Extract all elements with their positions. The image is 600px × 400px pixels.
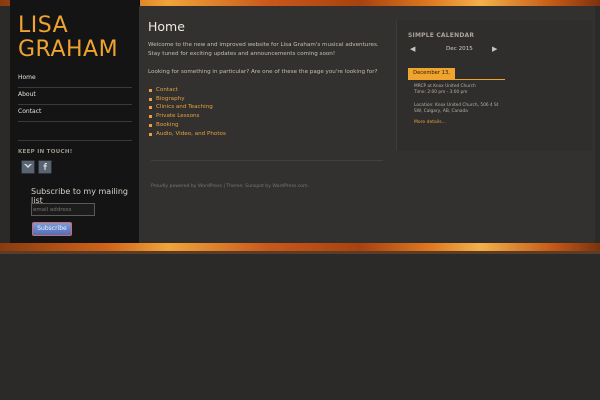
- nav-item-home[interactable]: Home: [18, 71, 132, 88]
- calendar-divider: [396, 20, 397, 151]
- footer-stripe: [0, 243, 600, 254]
- event-location: Location: Knox United Church, 506 4 St S…: [414, 103, 499, 114]
- calendar-month: Dec 2015: [446, 46, 473, 52]
- footer-credits[interactable]: Proudly powered by WordPress | Theme: Su…: [151, 184, 309, 189]
- link-booking[interactable]: Booking: [148, 121, 226, 130]
- next-month-button[interactable]: ▶: [492, 45, 497, 53]
- social-links: [21, 160, 52, 174]
- link-biography[interactable]: Biography: [148, 95, 226, 104]
- event-title: MRCP at Knox United Church: [414, 84, 476, 89]
- keep-in-touch-heading: KEEP IN TOUCH!: [18, 149, 73, 155]
- page-content: Home Welcome to the new and improved web…: [148, 6, 383, 161]
- page-title: Home: [148, 19, 185, 34]
- calendar-heading: SIMPLE CALENDAR: [408, 32, 475, 39]
- calendar-rule: [408, 79, 505, 80]
- link-media[interactable]: Audio, Video, and Photos: [148, 130, 226, 139]
- content-divider: [151, 160, 383, 161]
- more-details-link[interactable]: More details...: [414, 120, 446, 125]
- site-title[interactable]: LISA GRAHAM: [18, 14, 133, 62]
- page-links: Contact Biography Clinics and Teaching P…: [148, 86, 226, 138]
- subscribe-button[interactable]: Subscribe: [32, 222, 72, 236]
- selected-date-badge: December 13, 2015: [408, 68, 455, 87]
- main-nav: Home About Contact: [18, 71, 132, 122]
- sidebar: LISA GRAHAM Home About Contact KEEP IN T…: [10, 0, 140, 251]
- twitter-icon[interactable]: [21, 160, 35, 174]
- facebook-icon[interactable]: [38, 160, 52, 174]
- site-title-line1[interactable]: LISA: [18, 13, 68, 38]
- question-text: Looking for something in particular? Are…: [148, 69, 378, 75]
- link-private-lessons[interactable]: Private Lessons: [148, 112, 226, 121]
- event-time: Time: 2:00 pm - 3:00 pm: [414, 90, 468, 95]
- site-title-line2[interactable]: GRAHAM: [18, 37, 118, 62]
- prev-month-button[interactable]: ◀: [410, 45, 415, 53]
- nav-item-about[interactable]: About: [18, 88, 132, 105]
- link-contact[interactable]: Contact: [148, 86, 226, 95]
- intro-text: Welcome to the new and improved website …: [148, 42, 379, 57]
- email-field[interactable]: [31, 203, 95, 216]
- nav-item-contact[interactable]: Contact: [18, 105, 132, 122]
- link-clinics[interactable]: Clinics and Teaching: [148, 103, 226, 112]
- sidebar-divider: [18, 140, 132, 141]
